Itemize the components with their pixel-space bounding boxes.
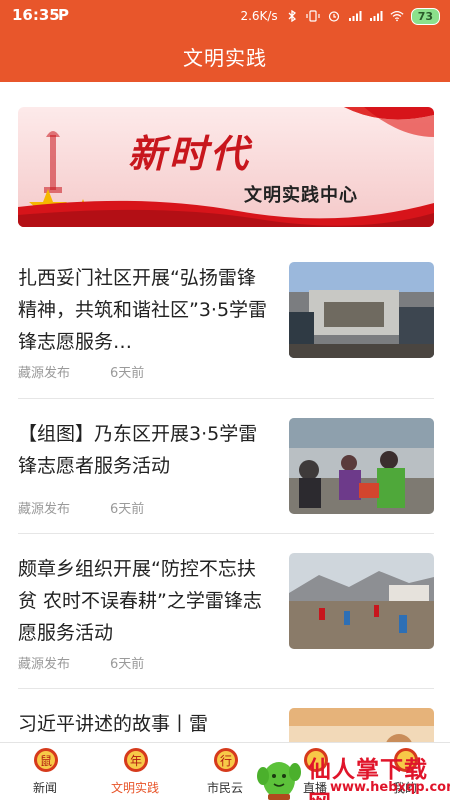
vibrate-icon: [306, 10, 320, 22]
monument-icon: [44, 131, 62, 193]
news-item[interactable]: 【组图】乃东区开展3·5学雷锋志愿者服务活动 藏源发布 6天前: [18, 418, 434, 556]
network-speed: 2.6K/s: [240, 9, 278, 23]
signal-2-icon: [369, 11, 383, 21]
news-meta: 藏源发布 6天前: [18, 498, 144, 517]
alarm-icon: [328, 11, 339, 22]
divider: [18, 533, 434, 534]
nav-label: 新闻: [32, 781, 57, 795]
nav-item-news[interactable]: 鼠 新闻: [5, 743, 85, 800]
civilization-icon: 年: [124, 748, 148, 772]
news-source: 藏源发布: [18, 502, 71, 517]
news-headline: 扎西妥门社区开展“弘扬雷锋精神，共筑和谐社区”3·5学雷锋志愿服务…: [18, 267, 268, 353]
divider: [18, 398, 434, 399]
wifi-icon: [390, 11, 404, 22]
citizen-cloud-icon: 行: [214, 748, 238, 772]
nav-item-civilization[interactable]: 年 文明实践: [95, 743, 175, 800]
watermark-url: www.hebxqp.com: [330, 780, 450, 795]
svg-text:鼠: 鼠: [40, 754, 52, 768]
app-notification-icon: P: [58, 6, 69, 24]
watermark: 仙人掌下载网 www.hebxqp.com: [250, 748, 450, 800]
divider: [18, 688, 434, 689]
news-date: 6天前: [110, 502, 145, 517]
news-item[interactable]: 扎西妥门社区开展“弘扬雷锋精神，共筑和谐社区”3·5学雷锋志愿服务… 藏源发布 6…: [18, 262, 434, 400]
page-title: 文明实践: [183, 46, 267, 70]
news-thumbnail: [289, 262, 434, 358]
signal-icon: [348, 11, 362, 21]
nav-label: 文明实践: [110, 781, 159, 795]
status-right: 2.6K/s 73: [240, 6, 440, 26]
banner-wave: [18, 200, 434, 227]
flag-decoration: [344, 107, 434, 137]
news-item[interactable]: 颇章乡组织开展“防控不忘扶贫 农时不误春耕”之学雷锋志愿服务活动 藏源发布 6天前: [18, 553, 434, 691]
banner[interactable]: 新时代 文明实践中心: [18, 107, 434, 227]
bluetooth-icon: [288, 10, 296, 22]
news-thumbnail: [289, 708, 434, 742]
news-date: 6天前: [110, 657, 145, 672]
news-date: 6天前: [110, 366, 145, 381]
news-headline: 习近平讲述的故事丨雷: [18, 713, 209, 735]
news-item[interactable]: 习近平讲述的故事丨雷: [18, 708, 434, 742]
app-header: 文明实践: [0, 30, 450, 82]
status-bar: 16:35 P 2.6K/s 73: [0, 0, 450, 30]
news-meta: 藏源发布 6天前: [18, 653, 144, 672]
news-icon: 鼠: [34, 748, 58, 772]
news-thumbnail: [289, 553, 434, 649]
status-time: 16:35: [12, 6, 60, 24]
news-source: 藏源发布: [18, 657, 71, 672]
news-headline: 【组图】乃东区开展3·5学雷锋志愿者服务活动: [18, 423, 258, 477]
banner-main-text: 新时代: [128, 131, 252, 176]
news-source: 藏源发布: [18, 366, 71, 381]
news-headline: 颇章乡组织开展“防控不忘扶贫 农时不误春耕”之学雷锋志愿服务活动: [18, 558, 262, 644]
svg-text:行: 行: [220, 754, 232, 768]
battery-indicator: 73: [410, 7, 440, 25]
news-thumbnail: [289, 418, 434, 514]
cactus-logo-icon: [257, 762, 301, 800]
svg-text:年: 年: [130, 754, 142, 768]
news-meta: 藏源发布 6天前: [18, 362, 144, 381]
